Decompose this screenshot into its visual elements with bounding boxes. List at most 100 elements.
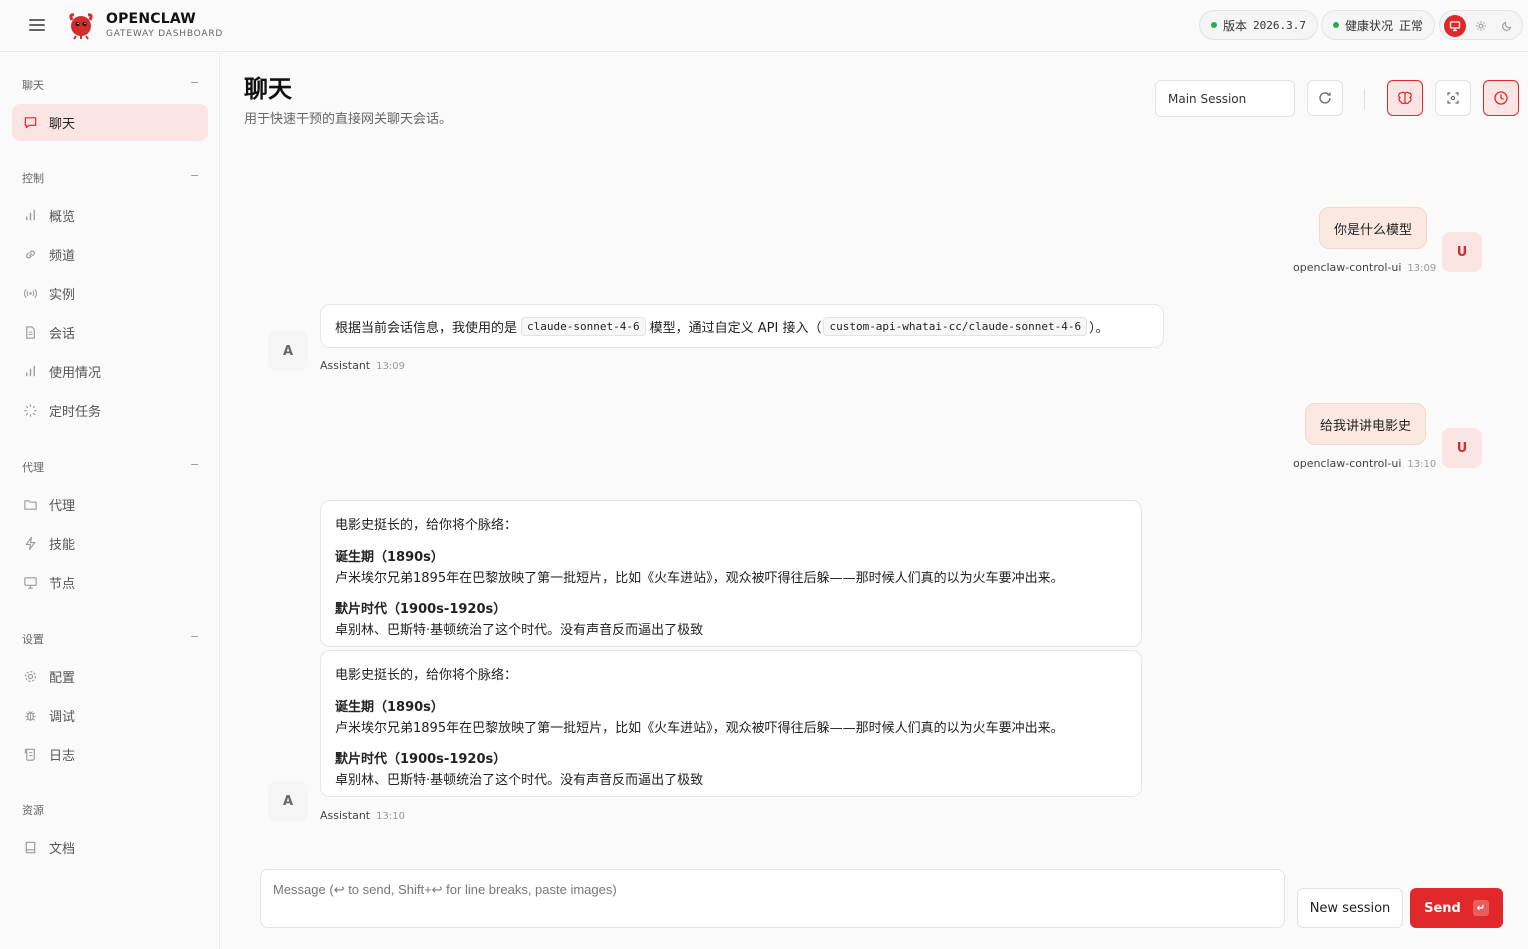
sidebar-item-skills[interactable]: 技能 <box>12 525 208 562</box>
enter-key-icon: ↵ <box>1472 900 1489 916</box>
section-title-settings: 设置 <box>22 633 44 646</box>
sidebar-item-label: 调试 <box>49 710 76 725</box>
session-select[interactable]: Main Session <box>1155 80 1295 117</box>
menu-icon[interactable] <box>29 18 47 32</box>
sidebar-item-instances[interactable]: 实例 <box>12 275 208 312</box>
sidebar-item-channels[interactable]: 频道 <box>12 236 208 273</box>
sidebar-item-agents[interactable]: 代理 <box>12 486 208 523</box>
link-icon <box>26 250 35 259</box>
loader-icon <box>24 404 37 417</box>
sidebar-item-config[interactable]: 配置 <box>12 658 208 695</box>
message-text: ）。 <box>1089 320 1109 336</box>
sidebar-item-docs[interactable]: 文档 <box>12 829 208 866</box>
message-heading: 诞生期（1890s） <box>335 550 444 565</box>
assistant-message-bubble: 电影史挺长的，给你将个脉络： 诞生期（1890s） 卢米埃尔兄弟1895年在巴黎… <box>320 650 1142 797</box>
document-icon <box>26 326 35 339</box>
bug-icon <box>25 711 36 721</box>
sidebar-item-label: 会话 <box>49 327 76 342</box>
theme-light-button[interactable] <box>1470 15 1492 37</box>
user-avatar: U <box>1442 428 1482 468</box>
collapse-toggle-agents[interactable]: − <box>190 458 199 471</box>
sidebar-item-label: 代理 <box>49 499 76 514</box>
message-input[interactable] <box>260 869 1285 928</box>
sidebar-item-cron[interactable]: 定时任务 <box>12 392 208 429</box>
inline-code: claude-sonnet-4-6 <box>521 316 646 336</box>
chat-main: 聊天 用于快速干预的直接网关聊天会话。 Main Session 你是什么模型 … <box>221 53 1528 949</box>
brain-icon <box>1398 91 1412 105</box>
brand-subtitle: GATEWAY DASHBOARD <box>106 29 224 39</box>
collapse-toggle-control[interactable]: − <box>190 169 199 182</box>
sidebar-item-label: 实例 <box>49 288 76 303</box>
sidebar-item-sessions[interactable]: 会话 <box>12 314 208 351</box>
message-sender: openclaw-control-ui <box>1293 457 1402 470</box>
gear-icon <box>25 671 36 682</box>
section-title-resources: 资源 <box>22 804 44 817</box>
chat-icon <box>24 117 37 129</box>
monitor-icon <box>24 577 37 589</box>
message-text: 卓别林、巴斯特·基顿统治了这个时代。没有声音反而逼出了极致 <box>335 773 704 788</box>
refresh-button[interactable] <box>1307 80 1343 116</box>
message-text: 卓别林、巴斯特·基顿统治了这个时代。没有声音反而逼出了极致 <box>335 623 704 638</box>
collapse-toggle-chat[interactable]: − <box>190 76 199 89</box>
sidebar-item-label: 使用情况 <box>49 366 102 381</box>
zap-icon <box>25 536 36 551</box>
message-text: 给我讲讲电影史 <box>1320 418 1412 434</box>
brand-title: OPENCLAW <box>106 11 196 27</box>
version-label: 版本 <box>1223 18 1248 33</box>
history-button[interactable] <box>1483 80 1519 116</box>
message-heading: 默片时代（1900s-1920s） <box>335 752 507 767</box>
sidebar-item-debug[interactable]: 调试 <box>12 697 208 734</box>
send-button[interactable]: Send ↵ <box>1410 888 1503 928</box>
message-meta: Assistant 13:09 <box>320 359 405 372</box>
sidebar-item-label: 文档 <box>49 842 76 857</box>
folder-icon <box>24 500 37 510</box>
monitor-icon <box>1449 21 1461 32</box>
theme-switcher <box>1439 10 1523 40</box>
focus-mode-button[interactable] <box>1435 80 1471 116</box>
message-heading: 默片时代（1900s-1920s） <box>335 602 507 617</box>
message-heading: 诞生期（1890s） <box>335 700 444 715</box>
message-sender: Assistant <box>320 359 371 372</box>
sidebar-item-chat[interactable]: 聊天 <box>12 104 208 141</box>
send-label: Send <box>1424 900 1461 916</box>
message-sender: Assistant <box>320 809 371 822</box>
assistant-message-bubble: 根据当前会话信息，我使用的是 claude-sonnet-4-6 模型，通过自定… <box>320 304 1164 348</box>
sidebar-item-overview[interactable]: 概览 <box>12 197 208 234</box>
collapse-toggle-settings[interactable]: − <box>190 630 199 643</box>
message-text: 电影史挺长的，给你将个脉络： <box>335 668 518 683</box>
page-title: 聊天 <box>244 75 292 103</box>
assistant-avatar: A <box>268 781 308 821</box>
sidebar-item-usage[interactable]: 使用情况 <box>12 353 208 390</box>
user-message-bubble: 给我讲讲电影史 <box>1305 403 1427 445</box>
theme-system-button[interactable] <box>1444 15 1466 37</box>
message-text: 你是什么模型 <box>1334 222 1413 238</box>
sidebar-item-nodes[interactable]: 节点 <box>12 564 208 601</box>
sidebar-item-label: 节点 <box>49 577 76 592</box>
clock-icon <box>1494 91 1508 105</box>
health-badge: 健康状况 正常 <box>1321 10 1436 40</box>
status-dot-icon <box>1333 22 1339 28</box>
message-meta: openclaw-control-ui 13:10 <box>1293 457 1436 470</box>
health-label: 健康状况 <box>1345 18 1394 33</box>
user-message-bubble: 你是什么模型 <box>1319 207 1428 249</box>
sidebar-item-logs[interactable]: 日志 <box>12 736 208 773</box>
version-badge: 版本 2026.3.7 <box>1199 10 1318 40</box>
message-time: 13:09 <box>376 361 405 372</box>
message-meta: openclaw-control-ui 13:09 <box>1293 261 1436 274</box>
theme-dark-button[interactable] <box>1496 15 1518 37</box>
health-value: 正常 <box>1399 18 1424 33</box>
new-session-button[interactable]: New session <box>1297 888 1403 928</box>
book-icon <box>25 841 36 854</box>
message-time: 13:09 <box>1407 263 1437 274</box>
session-select-value: Main Session <box>1168 91 1247 106</box>
bar-chart-icon <box>26 365 35 377</box>
user-avatar: U <box>1442 232 1482 272</box>
sun-icon <box>1476 21 1486 31</box>
sidebar: 聊天 − 聊天 控制 − 概览 频道 实例 会话 使用情况 定时任务 代理 − … <box>0 53 220 949</box>
thinking-toggle-button[interactable] <box>1387 80 1423 116</box>
broadcast-icon <box>24 288 37 299</box>
assistant-message-bubble: 电影史挺长的，给你将个脉络： 诞生期（1890s） 卢米埃尔兄弟1895年在巴黎… <box>320 500 1142 647</box>
sidebar-item-label: 频道 <box>49 249 76 264</box>
scroll-icon <box>24 748 35 761</box>
message-text: 电影史挺长的，给你将个脉络： <box>335 518 518 533</box>
